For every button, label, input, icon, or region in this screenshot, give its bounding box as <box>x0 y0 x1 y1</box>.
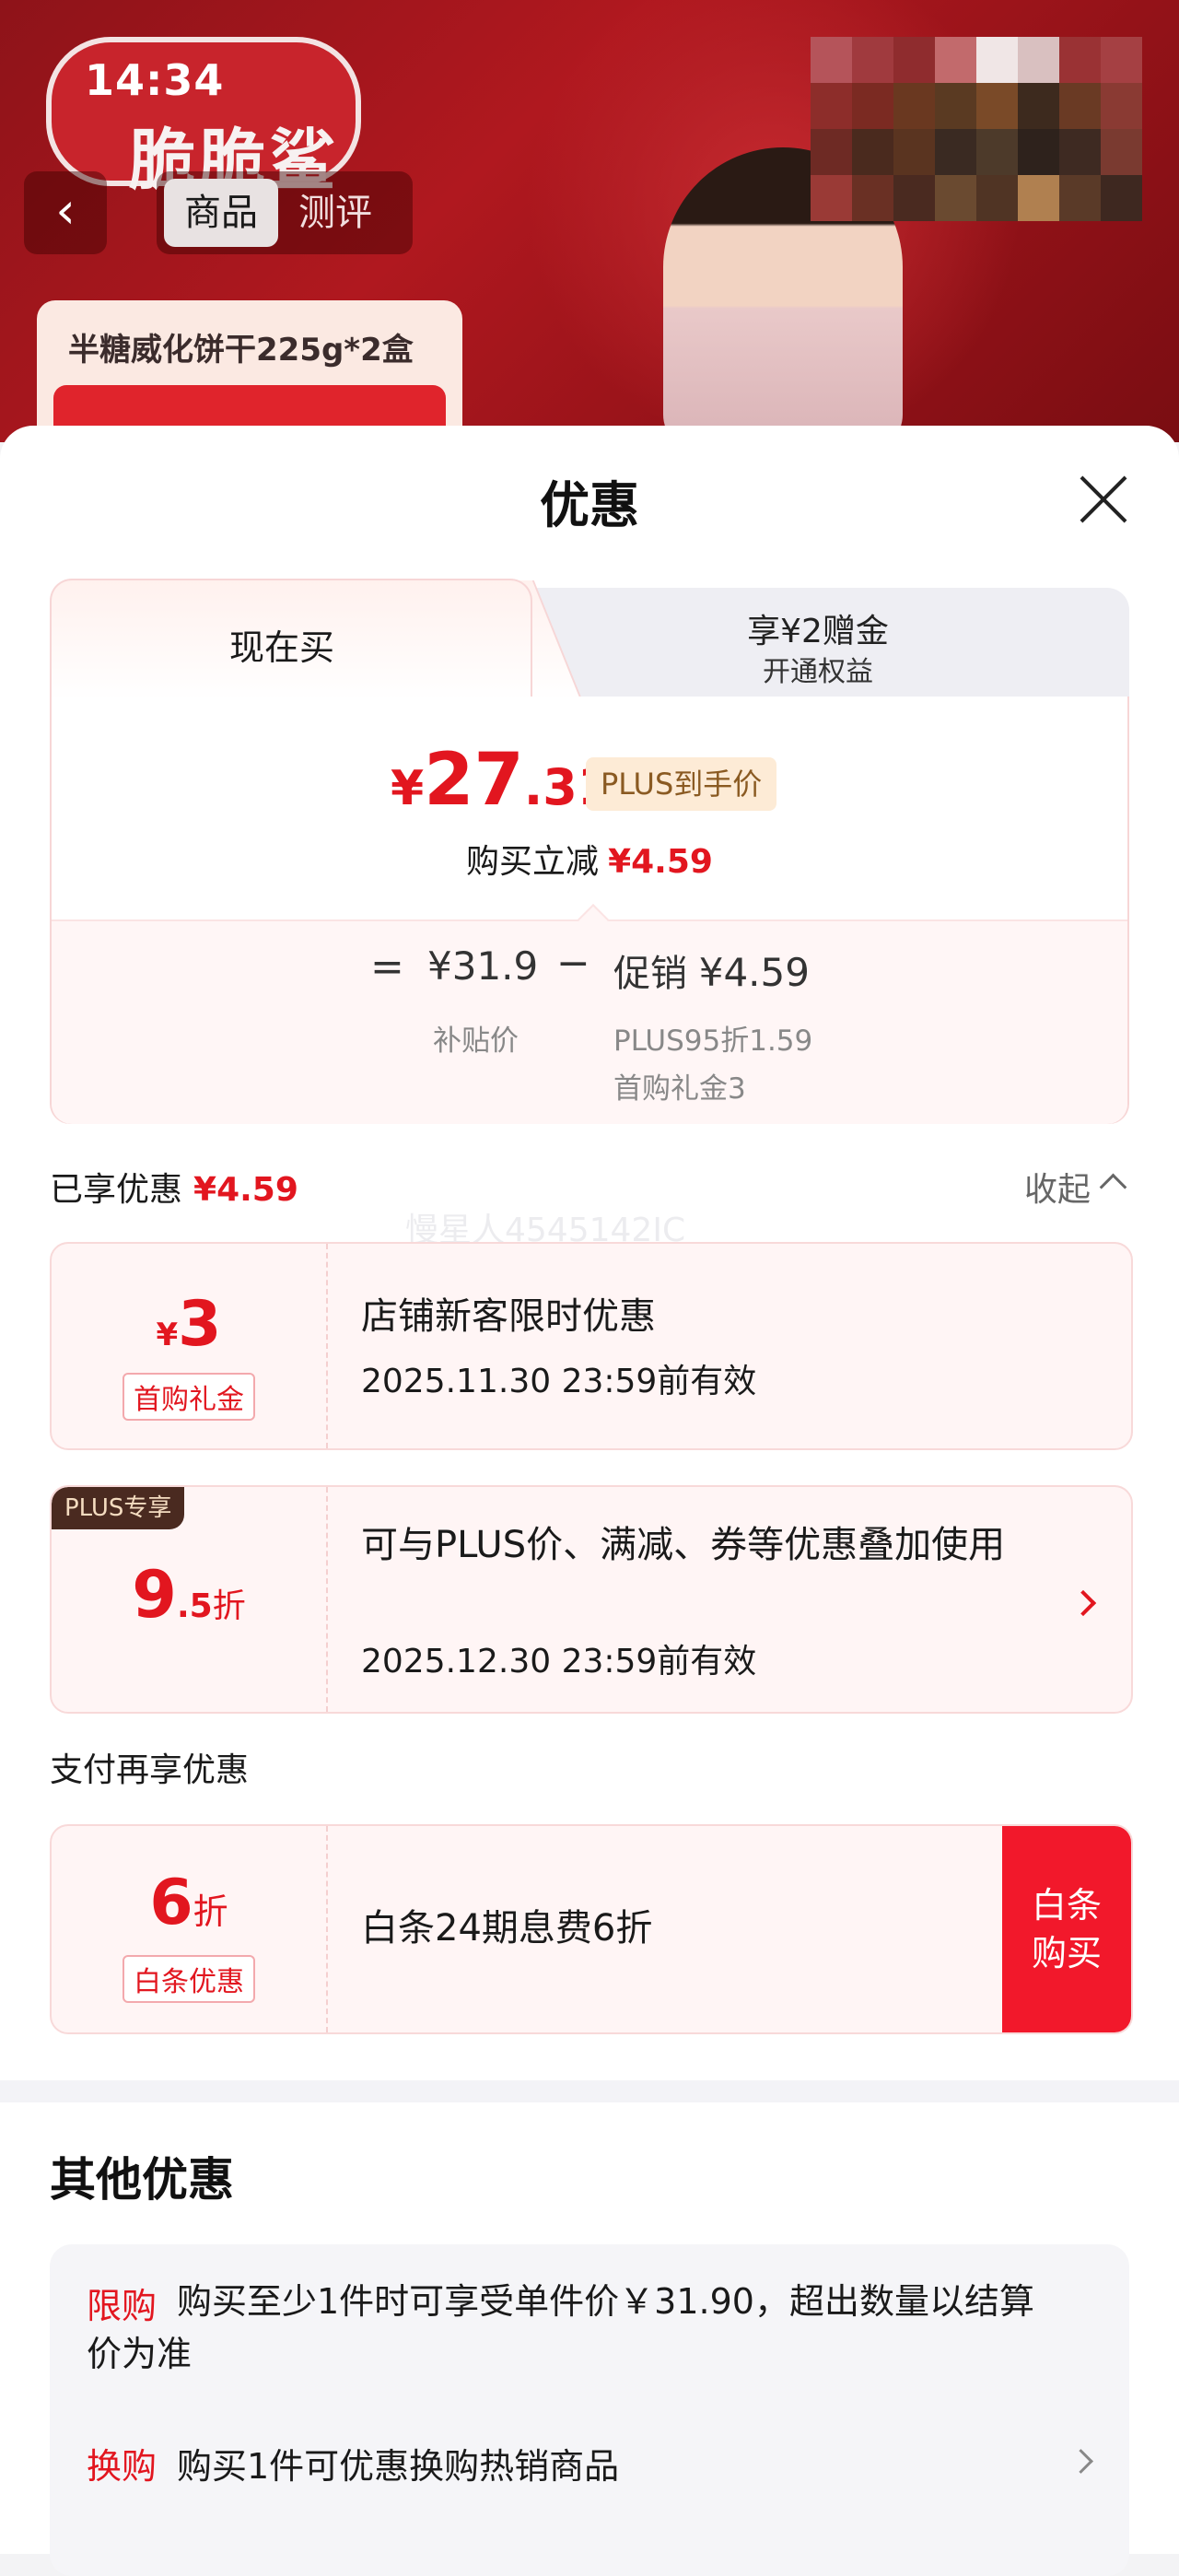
coupon-value: 3 <box>178 1288 222 1361</box>
chevron-right-icon[interactable] <box>1069 1589 1097 1617</box>
mosaic-tile <box>893 175 935 221</box>
back-button[interactable]: ‹ <box>24 171 107 254</box>
final-price: ¥27.31 <box>391 739 613 822</box>
tab-product[interactable]: 商品 <box>164 179 278 247</box>
mosaic-tile <box>976 83 1018 129</box>
mosaic-tile <box>811 175 852 221</box>
mosaic-tile <box>811 37 852 83</box>
coupon-value: 9 <box>132 1557 177 1633</box>
mosaic-tile <box>1101 37 1142 83</box>
coupon-baitiao[interactable]: 6折 白条优惠 白条24期息费6折 白条 购买 <box>50 1824 1133 2034</box>
chevron-right-icon[interactable] <box>1068 2449 1093 2474</box>
coupon-plus-discount[interactable]: PLUS专享 9.5折 可与PLUS价、满减、券等优惠叠加使用 2025.12.… <box>50 1485 1133 1714</box>
other-discounts-title: 其他优惠 <box>50 2153 234 2207</box>
mosaic-tile <box>852 175 893 221</box>
purchase-limit-text: 购买至少1件时可享受单件价￥31.90，超出数量以结算 <box>177 2281 1034 2322</box>
exchange-purchase-key: 换购 <box>87 2446 158 2487</box>
coupon-tag: 白条优惠 <box>123 1955 255 2003</box>
tab-review[interactable]: 测评 <box>278 179 392 247</box>
purchase-limit-text-cont: 价为准 <box>87 2334 193 2374</box>
mosaic-tile <box>935 83 976 129</box>
collapse-button[interactable]: 收起 <box>1024 1163 1091 1211</box>
coupon-expiry: 2025.12.30 23:59前有效 <box>361 1643 757 1680</box>
mosaic-tile <box>1018 83 1059 129</box>
mosaic-tile <box>1059 83 1101 129</box>
tab-buy-now-label: 现在买 <box>228 627 334 668</box>
mosaic-tile <box>1059 129 1101 175</box>
price-breakdown: = ¥31.9 补贴价 − 促销 ¥4.59 PLUS95折1.59 首购礼金3 <box>52 904 1127 1124</box>
mosaic-tile <box>976 37 1018 83</box>
mosaic-tile <box>935 129 976 175</box>
mosaic-tile <box>1018 175 1059 221</box>
mosaic-tile <box>1101 129 1142 175</box>
close-icon[interactable] <box>1076 472 1131 527</box>
mosaic-tile <box>1101 83 1142 129</box>
coupon-first-buy[interactable]: ¥3 首购礼金 店铺新客限时优惠 2025.11.30 23:59前有效 <box>50 1242 1133 1450</box>
other-discounts-list: 限购 购买至少1件时可享受单件价￥31.90，超出数量以结算 价为准 换购 购买… <box>50 2244 1129 2576</box>
baitiao-buy-button[interactable]: 白条 购买 <box>1002 1826 1131 2032</box>
mosaic-tile <box>811 129 852 175</box>
enjoyed-discount: 已享优惠 ¥4.59 <box>50 1171 298 1209</box>
mosaic-tile <box>811 83 852 129</box>
mosaic-tile <box>976 129 1018 175</box>
subsidy-price-label: 补贴价 <box>433 1025 519 1058</box>
plus-price-tag: PLUS到手价 <box>586 757 777 811</box>
exchange-purchase-text: 购买1件可优惠换购热销商品 <box>177 2446 620 2487</box>
mosaic-tile <box>1059 37 1101 83</box>
mosaic-tile <box>935 175 976 221</box>
price-panel-body: ¥27.31 PLUS到手价 购买立减 ¥4.59 = ¥31.9 补贴价 − 促… <box>50 697 1129 1124</box>
coupon-tag: 首购礼金 <box>123 1373 255 1421</box>
mosaic-tile <box>852 37 893 83</box>
promo-amount: 促销 ¥4.59 <box>613 950 810 995</box>
coupon-title: 白条24期息费6折 <box>361 1907 653 1950</box>
equals-sign: = <box>370 943 404 990</box>
purchase-limit-key: 限购 <box>87 2286 158 2326</box>
status-bar-time: 14:34 <box>85 55 225 105</box>
page-segment-tabs: 商品 测评 <box>157 171 413 254</box>
tab-plus-benefit-title: 享¥2赠金 <box>747 613 889 650</box>
chevron-left-icon: ‹ <box>55 181 76 240</box>
promo-detail-first-buy: 首购礼金3 <box>613 1072 746 1106</box>
chevron-up-icon[interactable] <box>1099 1173 1127 1201</box>
mosaic-tile <box>935 37 976 83</box>
variant-label: 半糖威化饼干225g*2盒 <box>68 332 414 369</box>
tab-plus-benefit[interactable]: 享¥2赠金 开通权益 <box>507 588 1129 698</box>
mosaic-blurred-area <box>811 37 1142 221</box>
coupon-title: 店铺新客限时优惠 <box>361 1295 656 1338</box>
subsidy-price: ¥31.9 <box>427 943 539 989</box>
coupon-expiry: 2025.11.30 23:59前有效 <box>361 1363 757 1400</box>
coupon-value: 6 <box>149 1867 193 1939</box>
price-panel: 享¥2赠金 开通权益 现在买 ¥27.31 PLUS到手价 购买立减 ¥4.59 … <box>50 579 1129 1124</box>
mosaic-tile <box>893 37 935 83</box>
pay-discount-section-title: 支付再享优惠 <box>50 1751 250 1789</box>
sheet-title: 优惠 <box>540 476 639 534</box>
mosaic-tile <box>893 129 935 175</box>
instant-saving: 购买立减 ¥4.59 <box>466 843 713 881</box>
mosaic-tile <box>976 175 1018 221</box>
minus-sign: − <box>556 940 590 987</box>
mosaic-tile <box>1101 175 1142 221</box>
tab-buy-now[interactable]: 现在买 <box>50 579 532 700</box>
mosaic-tile <box>1018 129 1059 175</box>
mosaic-tile <box>852 129 893 175</box>
promo-detail-plus: PLUS95折1.59 <box>613 1025 813 1058</box>
mosaic-tile <box>1018 37 1059 83</box>
discount-sheet: 优惠 享¥2赠金 开通权益 现在买 ¥27.31 PLUS到手价 购买立减 ¥4.… <box>0 426 1179 2576</box>
coupon-title: 可与PLUS价、满减、券等优惠叠加使用 <box>361 1524 1006 1566</box>
tab-plus-benefit-subtitle: 开通权益 <box>763 656 873 688</box>
mosaic-tile <box>852 83 893 129</box>
mosaic-tile <box>893 83 935 129</box>
mosaic-tile <box>1059 175 1101 221</box>
